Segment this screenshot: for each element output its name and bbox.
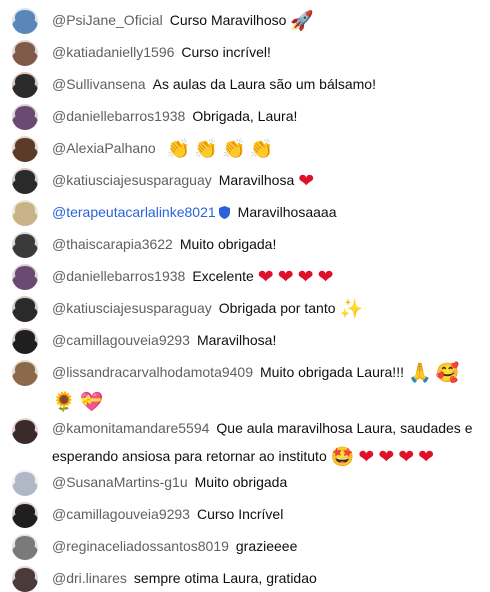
live-chat: @PsiJane_Oficial Curso Maravilhoso 🚀 @kati…	[0, 0, 490, 592]
author-name[interactable]: @PsiJane_Oficial	[52, 12, 163, 28]
chat-message: @Sullivansena As aulas da Laura são um bá…	[0, 70, 490, 98]
message-text: Curso incrível!	[181, 44, 271, 60]
avatar[interactable]	[12, 40, 38, 66]
avatar[interactable]	[12, 136, 38, 162]
red-heart-emoji-icon: ❤	[277, 266, 294, 288]
author-name[interactable]: @camillagouveia9293	[52, 332, 190, 348]
avatar[interactable]	[12, 470, 38, 496]
author-name[interactable]: @katiadanielly1596	[52, 44, 174, 60]
red-heart-emoji-icon: ❤	[297, 266, 314, 288]
chat-message: @dri.linares sempre otima Laura, gratidao	[0, 564, 490, 592]
author-name[interactable]: @Sullivansena	[52, 76, 146, 92]
message-text: Muito obrigada!	[179, 236, 277, 252]
avatar[interactable]	[12, 232, 38, 258]
message-text: Muito obrigada Laura!!!	[260, 364, 404, 380]
smiling-face-with-hearts-emoji-icon: 🥰	[435, 362, 460, 384]
message-text: Maravilhosa!	[196, 332, 277, 348]
message-text: Muito obrigada	[194, 474, 288, 490]
shield-badge-icon	[218, 206, 230, 219]
author-name[interactable]: @katiusciajesusparaguay	[52, 172, 212, 188]
clapping-emoji-icon: 👏	[222, 138, 246, 160]
chat-message: @reginaceliadossantos8019 grazieeee	[0, 532, 490, 560]
chat-message: @thaiscarapia3622 Muito obrigada!	[0, 230, 490, 258]
avatar[interactable]	[12, 328, 38, 354]
author-name[interactable]: @daniellebarros1938	[52, 268, 185, 284]
chat-message: @camillagouveia9293 Curso Incrível	[0, 500, 490, 528]
rocket-emoji-icon: 🚀	[290, 10, 315, 32]
red-heart-emoji-icon: ❤	[298, 170, 315, 192]
avatar[interactable]	[12, 534, 38, 560]
avatar[interactable]	[12, 72, 38, 98]
author-name[interactable]: @thaiscarapia3622	[52, 236, 173, 252]
author-name[interactable]: @kamonitamandare5594	[52, 420, 209, 436]
avatar[interactable]	[12, 566, 38, 592]
star-struck-emoji-icon: 🤩	[330, 446, 355, 468]
avatar[interactable]	[12, 360, 38, 386]
author-name[interactable]: @camillagouveia9293	[52, 506, 190, 522]
avatar[interactable]	[12, 8, 38, 34]
message-text: Obrigada por tanto	[218, 300, 336, 316]
folded-hands-emoji-icon: 🙏	[407, 362, 432, 384]
message-text: Excelente	[192, 268, 254, 284]
chat-message: @SusanaMartins-g1u Muito obrigada	[0, 468, 490, 496]
chat-message: @camillagouveia9293 Maravilhosa!	[0, 326, 490, 354]
message-text: Maravilhosaaaa	[237, 204, 337, 220]
chat-message: @daniellebarros1938 Excelente ❤ ❤ ❤ ❤	[0, 262, 490, 291]
clapping-emoji-icon: 👏	[249, 138, 274, 160]
message-text: As aulas da Laura são um bálsamo!	[152, 76, 376, 92]
sunflower-emoji-icon: 🌻	[52, 391, 76, 413]
chat-message: @katiusciajesusparaguay Obrigada por tant…	[0, 294, 490, 323]
chat-message: @lissandracarvalhodamota9409 Muito obriga…	[0, 358, 490, 416]
red-heart-emoji-icon: ❤	[317, 266, 334, 288]
heart-with-ribbon-emoji-icon: 💝	[79, 391, 104, 413]
message-text: grazieeee	[235, 538, 298, 554]
author-name[interactable]: @reginaceliadossantos8019	[52, 538, 229, 554]
chat-message: @katiusciajesusparaguay Maravilhosa ❤	[0, 166, 490, 195]
author-name[interactable]: @AlexiaPalhano	[52, 140, 156, 156]
avatar[interactable]	[12, 418, 38, 444]
chat-message: @katiadanielly1596 Curso incrível!	[0, 38, 490, 66]
red-heart-emoji-icon: ❤	[418, 446, 435, 468]
chat-message: @AlexiaPalhano 👏 👏 👏 👏	[0, 134, 490, 163]
author-name[interactable]: @lissandracarvalhodamota9409	[52, 364, 253, 380]
avatar[interactable]	[12, 502, 38, 528]
red-heart-emoji-icon: ❤	[398, 446, 415, 468]
clapping-emoji-icon: 👏	[166, 138, 191, 160]
author-name[interactable]: @daniellebarros1938	[52, 108, 185, 124]
avatar[interactable]	[12, 104, 38, 130]
message-text: Curso Maravilhoso	[169, 12, 287, 28]
red-heart-emoji-icon: ❤	[358, 446, 375, 468]
avatar[interactable]	[12, 168, 38, 194]
message-text: Maravilhosa	[218, 172, 295, 188]
message-text: sempre otima Laura, gratidao	[133, 570, 317, 586]
clapping-emoji-icon: 👏	[194, 138, 219, 160]
message-text: Obrigada, Laura!	[192, 108, 298, 124]
avatar[interactable]	[12, 264, 38, 290]
chat-message: @daniellebarros1938 Obrigada, Laura!	[0, 102, 490, 130]
red-heart-emoji-icon: ❤	[257, 266, 274, 288]
author-name[interactable]: @dri.linares	[52, 570, 127, 586]
chat-message: @PsiJane_Oficial Curso Maravilhoso 🚀	[0, 6, 490, 35]
message-text: Curso Incrível	[196, 506, 284, 522]
avatar[interactable]	[12, 296, 38, 322]
sparkles-emoji-icon: ✨	[339, 298, 364, 320]
author-name[interactable]: @katiusciajesusparaguay	[52, 300, 212, 316]
chat-message: @kamonitamandare5594 Que aula maravilhosa…	[0, 414, 490, 471]
chat-message: @terapeutacarlalinke8021 Maravilhosaaaa	[0, 198, 490, 226]
author-name[interactable]: @terapeutacarlalinke8021	[52, 204, 216, 220]
avatar[interactable]	[12, 200, 38, 226]
red-heart-emoji-icon: ❤	[378, 446, 395, 468]
author-name[interactable]: @SusanaMartins-g1u	[52, 474, 188, 490]
